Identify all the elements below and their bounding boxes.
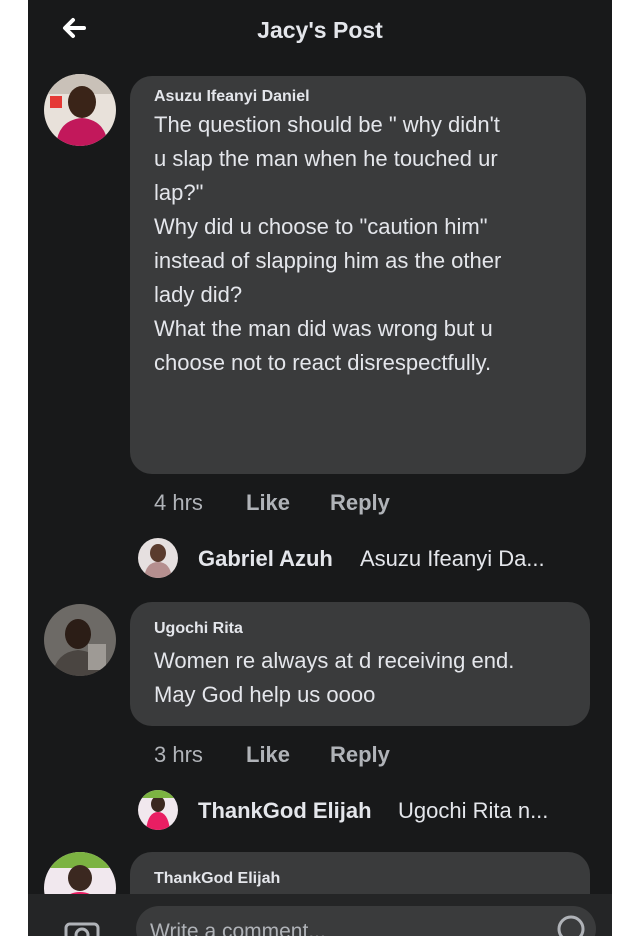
comment-text: Women re always at d receiving end. May … [154, 648, 515, 707]
post-screen: Jacy's Post Asuzu Ifeanyi Daniel The que… [28, 0, 612, 936]
header: Jacy's Post [28, 0, 612, 64]
comment-composer: Write a comment... [28, 894, 612, 936]
comment-bubble: Asuzu Ifeanyi Daniel The question should… [130, 76, 586, 474]
comment-time: 4 hrs [154, 490, 203, 515]
camera-icon[interactable] [64, 918, 100, 936]
reply-author: ThankGod Elijah [198, 798, 372, 823]
page-title: Jacy's Post [257, 17, 383, 43]
reply-button[interactable]: Reply [330, 490, 390, 516]
comment-input[interactable]: Write a comment... [136, 906, 596, 936]
emoji-icon[interactable] [556, 914, 586, 936]
reply-snippet: Ugochi Rita n... [398, 798, 549, 823]
reply-label: Reply [330, 742, 390, 767]
avatar[interactable] [44, 74, 116, 146]
avatar[interactable] [44, 604, 116, 676]
like-button[interactable]: Like [246, 490, 290, 516]
like-label: Like [246, 490, 291, 515]
comment-bubble: Ugochi Rita Women re always at d receivi… [130, 602, 590, 726]
reply-button[interactable]: Reply [330, 742, 390, 768]
comment-text: The question should be " why didn't u sl… [154, 112, 502, 375]
reply-preview[interactable]: Gabriel Azuh Asuzu Ifeanyi Da... [138, 538, 608, 578]
comment-author[interactable]: Asuzu Ifeanyi Daniel [154, 88, 310, 106]
reply-label: Reply [330, 490, 390, 515]
comment-author[interactable]: Ugochi Rita [154, 620, 243, 638]
avatar [138, 538, 178, 578]
reply-preview[interactable]: ThankGod Elijah Ugochi Rita n... [138, 790, 608, 830]
comment-author[interactable]: ThankGod Elijah [154, 870, 280, 888]
comment-placeholder: Write a comment... [150, 920, 326, 936]
like-button[interactable]: Like [246, 742, 290, 768]
avatar [138, 790, 178, 830]
reply-snippet: Asuzu Ifeanyi Da... [360, 546, 545, 571]
like-label: Like [246, 742, 291, 767]
comment-time: 3 hrs [154, 742, 203, 767]
reply-author: Gabriel Azuh [198, 546, 333, 571]
